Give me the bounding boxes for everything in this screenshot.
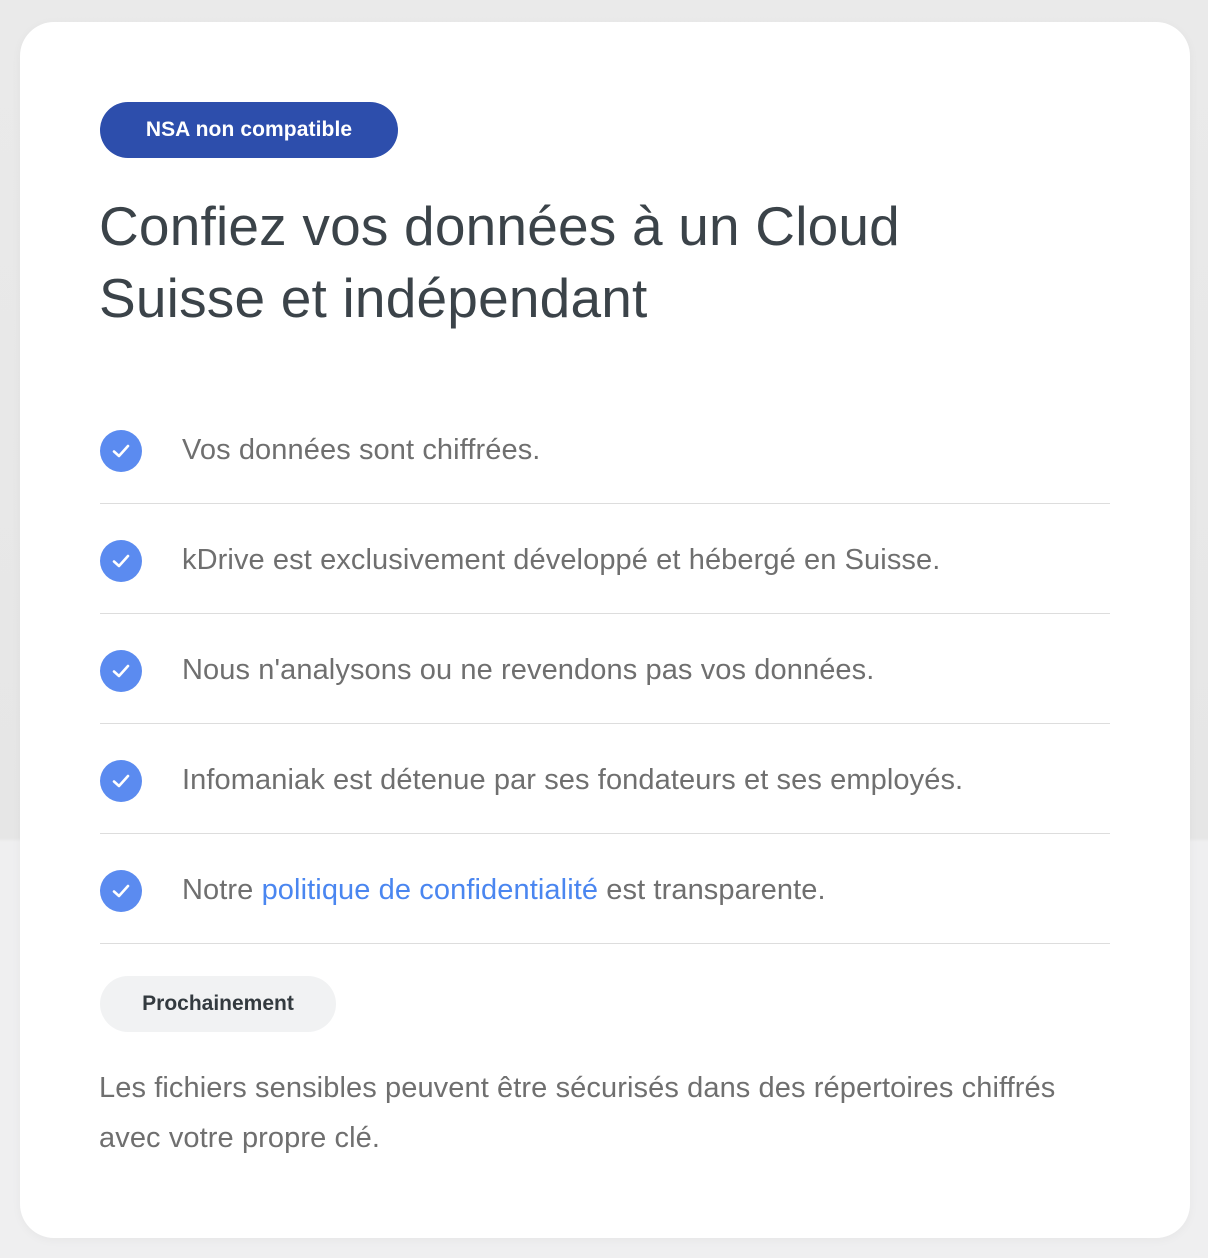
- feature-text: Notre politique de confidentialité est t…: [182, 872, 826, 908]
- feature-text-after: est transparente.: [598, 874, 826, 906]
- feature-text: kDrive est exclusivement développé et hé…: [182, 544, 941, 576]
- upcoming-description: Les fichiers sensibles peuvent être sécu…: [99, 1072, 1056, 1154]
- feature-item: Notre politique de confidentialité est t…: [100, 834, 1110, 944]
- check-circle-icon: [100, 430, 142, 472]
- feature-text: Infomaniak est détenue par ses fondateur…: [182, 764, 964, 796]
- check-circle-icon: [100, 870, 142, 912]
- feature-item: kDrive est exclusivement développé et hé…: [100, 504, 1110, 614]
- privacy-policy-link[interactable]: politique de confidentialité: [262, 874, 599, 906]
- feature-text: Vos données sont chiffrées.: [182, 434, 541, 466]
- upcoming-badge: Prochainement: [100, 976, 336, 1032]
- feature-text: Nous n'analysons ou ne revendons pas vos…: [182, 654, 875, 686]
- check-circle-icon: [100, 540, 142, 582]
- nsa-badge: NSA non compatible: [100, 102, 398, 158]
- feature-text-before: Notre: [182, 874, 262, 906]
- check-circle-icon: [100, 760, 142, 802]
- feature-item: Nous n'analysons ou ne revendons pas vos…: [100, 614, 1110, 724]
- privacy-card: NSA non compatible Confiez vos données à…: [20, 22, 1190, 1238]
- check-circle-icon: [100, 650, 142, 692]
- feature-list: Vos données sont chiffrées. kDrive est e…: [100, 394, 1110, 944]
- feature-item: Vos données sont chiffrées.: [100, 394, 1110, 504]
- feature-item: Infomaniak est détenue par ses fondateur…: [100, 724, 1110, 834]
- card-title: Confiez vos données à un Cloud Suisse et…: [99, 195, 900, 329]
